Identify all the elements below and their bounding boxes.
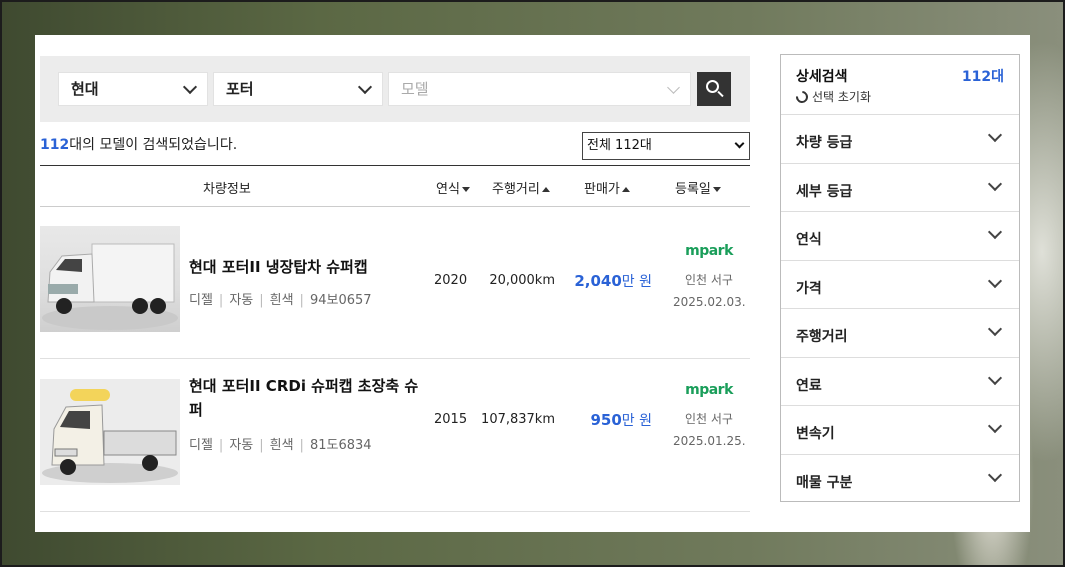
car-title[interactable]: 현대 포터II 냉장탑차 슈퍼캡 bbox=[189, 255, 419, 279]
car-title[interactable]: 현대 포터II CRDi 슈퍼캡 초장축 슈퍼 bbox=[189, 374, 419, 422]
spec-transmission: 자동 bbox=[229, 438, 254, 453]
result-count-text: 112대의 모델이 검색되었습니다. bbox=[40, 134, 237, 154]
header-mileage-label: 주행거리 bbox=[492, 182, 540, 197]
filter-sub-grade[interactable]: 세부 등급 bbox=[781, 164, 1019, 212]
header-date-sort[interactable]: 등록일 bbox=[675, 178, 721, 197]
header-vehicle-info: 차량정보 bbox=[203, 182, 251, 197]
total-filter-value: 전체 112대 bbox=[587, 138, 652, 153]
filter-label: 연료 bbox=[796, 377, 822, 394]
search-bar: 현대 포터 모델 bbox=[40, 56, 750, 122]
reset-filters-label: 선택 초기화 bbox=[812, 90, 872, 104]
search-button[interactable] bbox=[697, 72, 731, 106]
chevron-down-icon bbox=[357, 79, 373, 95]
table-row[interactable]: 현대 포터II CRDi 슈퍼캡 초장축 슈퍼 디젤 | 자동 | 흰색 | 81도6834… bbox=[40, 360, 750, 512]
chevron-down-icon bbox=[987, 467, 1003, 482]
total-filter-select[interactable]: 전체 112대 bbox=[582, 132, 750, 160]
filter-label: 차량 등급 bbox=[796, 135, 853, 151]
header-year-sort[interactable]: 연식 bbox=[436, 178, 470, 197]
chevron-down-icon bbox=[734, 138, 745, 149]
chevron-down-icon bbox=[987, 224, 1003, 240]
dealer-info: mpark 인천 서구 2025.02.03. bbox=[673, 243, 746, 309]
filter-year[interactable]: 연식 bbox=[781, 212, 1019, 261]
sort-up-icon bbox=[541, 187, 550, 192]
spec-plate: 81도6834 bbox=[309, 438, 372, 453]
search-panel: 현대 포터 모델 112대의 모델이 검색되었습니다. 전체 112대 차량정보… bbox=[35, 35, 1030, 532]
sort-down-icon bbox=[461, 187, 470, 192]
chevron-down-icon bbox=[987, 418, 1003, 434]
dealer-info: mpark 인천 서구 2025.01.25. bbox=[673, 382, 746, 448]
filter-label: 변속기 bbox=[796, 426, 835, 442]
spec-plate: 94보0657 bbox=[309, 293, 372, 308]
car-price: 2,040만 원 bbox=[574, 271, 652, 291]
maker-select[interactable]: 현대 bbox=[58, 72, 208, 106]
table-header: 차량정보 연식 주행거리 판매가 등록일 bbox=[40, 165, 750, 207]
header-year-label: 연식 bbox=[436, 182, 460, 197]
spec-color: 흰색 bbox=[269, 293, 294, 308]
chevron-down-icon bbox=[182, 79, 198, 95]
dealer-logo: mpark bbox=[685, 243, 733, 259]
spec-transmission: 자동 bbox=[229, 293, 254, 308]
result-count-number: 112 bbox=[40, 137, 70, 153]
filter-price[interactable]: 가격 bbox=[781, 261, 1019, 309]
price-unit: 만 원 bbox=[621, 413, 652, 429]
price-number: 950 bbox=[590, 411, 622, 429]
spec-fuel: 디젤 bbox=[189, 438, 213, 453]
chevron-down-icon bbox=[987, 176, 1003, 191]
car-mileage: 107,837km bbox=[481, 412, 555, 427]
submodel-select[interactable]: 모델 bbox=[388, 72, 691, 106]
refresh-icon bbox=[793, 88, 811, 106]
dealer-location: 인천 서구 bbox=[685, 273, 733, 287]
sort-up-icon bbox=[621, 187, 630, 192]
registered-date: 2025.01.25. bbox=[673, 434, 746, 448]
table-row[interactable]: 현대 포터II 냉장탑차 슈퍼캡 디젤 | 자동 | 흰색 | 94보0657 2020 2… bbox=[40, 207, 750, 359]
filter-fuel[interactable]: 연료 bbox=[781, 358, 1019, 406]
car-specs: 디젤 | 자동 | 흰색 | 94보0657 bbox=[189, 293, 372, 308]
detail-search-sidebar: 상세검색 112대 선택 초기화 차량 등급 세부 등급 연식 가격 주행거리 … bbox=[780, 54, 1020, 502]
model-select[interactable]: 포터 bbox=[213, 72, 383, 106]
reset-filters-button[interactable]: 선택 초기화 bbox=[793, 88, 872, 106]
filter-transmission[interactable]: 변속기 bbox=[781, 406, 1019, 455]
sidebar-title: 상세검색 bbox=[796, 69, 848, 85]
chevron-down-icon bbox=[667, 81, 680, 94]
sort-down-icon bbox=[712, 187, 721, 192]
chevron-down-icon bbox=[987, 321, 1003, 337]
header-price-label: 판매가 bbox=[584, 182, 620, 197]
filter-label: 주행거리 bbox=[796, 329, 848, 345]
maker-select-value: 현대 bbox=[71, 80, 99, 98]
dealer-location: 인천 서구 bbox=[685, 412, 733, 426]
car-thumbnail[interactable] bbox=[40, 379, 180, 485]
car-thumbnail[interactable] bbox=[40, 226, 180, 332]
filter-label: 가격 bbox=[796, 280, 822, 297]
price-unit: 만 원 bbox=[621, 274, 652, 290]
price-number: 2,040 bbox=[574, 272, 622, 290]
filter-mileage[interactable]: 주행거리 bbox=[781, 309, 1019, 358]
car-year: 2020 bbox=[434, 273, 468, 288]
header-price-sort[interactable]: 판매가 bbox=[584, 178, 630, 197]
chevron-down-icon bbox=[987, 273, 1003, 288]
car-mileage: 20,000km bbox=[489, 273, 555, 288]
filter-listing-type[interactable]: 매물 구분 bbox=[781, 455, 1019, 504]
result-count-label: 대의 모델이 검색되었습니다. bbox=[69, 137, 238, 153]
header-date-label: 등록일 bbox=[675, 182, 711, 197]
car-price: 950만 원 bbox=[590, 410, 652, 430]
car-specs: 디젤 | 자동 | 흰색 | 81도6834 bbox=[189, 438, 372, 453]
header-mileage-sort[interactable]: 주행거리 bbox=[492, 178, 550, 197]
sidebar-header: 상세검색 112대 선택 초기화 bbox=[781, 55, 1019, 115]
chevron-down-icon bbox=[987, 370, 1003, 385]
model-select-value: 포터 bbox=[226, 80, 254, 98]
filter-label: 연식 bbox=[796, 232, 822, 248]
filter-label: 세부 등급 bbox=[796, 183, 853, 200]
chevron-down-icon bbox=[987, 127, 1003, 143]
sidebar-count: 112대 bbox=[961, 69, 1004, 85]
filter-car-grade[interactable]: 차량 등급 bbox=[781, 115, 1019, 164]
car-year: 2015 bbox=[434, 412, 468, 427]
filter-label: 매물 구분 bbox=[796, 474, 853, 491]
spec-fuel: 디젤 bbox=[189, 293, 213, 308]
registered-date: 2025.02.03. bbox=[673, 295, 746, 309]
spec-color: 흰색 bbox=[269, 438, 294, 453]
submodel-select-placeholder: 모델 bbox=[401, 80, 429, 98]
dealer-logo: mpark bbox=[685, 382, 733, 398]
